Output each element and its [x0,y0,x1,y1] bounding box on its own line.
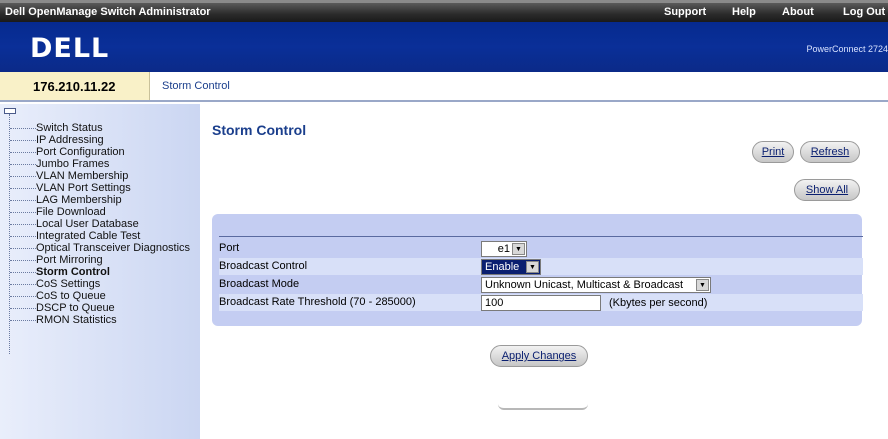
rate-threshold-row: Broadcast Rate Threshold (70 - 285000) 1… [219,294,863,311]
ip-address: 176.210.11.22 [0,72,150,100]
tree-branch-icon [10,187,36,189]
button-shadow [498,404,588,410]
sidebar-item-vlan-port-settings[interactable]: VLAN Port Settings [10,182,131,194]
dropdown-arrow-icon: ▼ [526,261,539,273]
logout-link[interactable]: Log Out [843,6,885,18]
sidebar-item-label: Integrated Cable Test [36,230,141,243]
tree-branch-icon [10,307,36,309]
broadcast-control-select[interactable]: Enable ▼ [481,259,541,275]
banner: DELL PowerConnect 2724 [0,22,888,72]
sidebar-item-local-user-database[interactable]: Local User Database [10,218,139,230]
product-name: PowerConnect 2724 [806,44,888,54]
port-row: Port e1 ▼ [219,240,863,257]
help-link[interactable]: Help [732,6,756,18]
sidebar-item-integrated-cable-test[interactable]: Integrated Cable Test [10,230,140,242]
sidebar-item-cos-settings[interactable]: CoS Settings [10,278,100,290]
tree-branch-icon [10,175,36,177]
tree-branch-icon [10,235,36,237]
breadcrumb: Storm Control [162,80,230,92]
port-select[interactable]: e1 ▼ [481,241,527,257]
sidebar-item-label: RMON Statistics [36,314,117,327]
dropdown-arrow-icon: ▼ [512,243,525,255]
tree-branch-icon [10,271,36,273]
rate-threshold-label: Broadcast Rate Threshold (70 - 285000) [219,296,416,308]
broadcast-control-label: Broadcast Control [219,260,308,272]
sidebar-item-cos-to-queue[interactable]: CoS to Queue [10,290,106,302]
broadcast-control-value: Enable [485,261,520,273]
sidebar-item-label: Local User Database [36,218,139,231]
sidebar-item-label: Jumbo Frames [36,158,110,171]
sidebar-item-label: CoS Settings [36,278,101,291]
support-link[interactable]: Support [664,6,706,18]
apply-changes-button[interactable]: Apply Changes [490,345,588,367]
tree-branch-icon [10,211,36,213]
sidebar-item-label: Port Mirroring [36,254,103,267]
tree-branch-icon [10,283,36,285]
sidebar-item-label: CoS to Queue [36,290,106,303]
sidebar-item-label: Port Configuration [36,146,125,159]
sidebar-item-file-download[interactable]: File Download [10,206,106,218]
sidebar-item-optical-transceiver-diagnostics[interactable]: Optical Transceiver Diagnostics [10,242,190,254]
broadcast-mode-select[interactable]: Unknown Unicast, Multicast & Broadcast ▼ [481,277,711,293]
dell-logo: DELL [30,33,110,64]
tree-branch-icon [10,199,36,201]
sidebar-item-switch-status[interactable]: Switch Status [10,122,103,134]
refresh-button[interactable]: Refresh [800,141,860,163]
sidebar-item-vlan-membership[interactable]: VLAN Membership [10,170,128,182]
broadcast-mode-value: Unknown Unicast, Multicast & Broadcast [485,279,684,291]
page-title: Storm Control [212,122,307,138]
tree-branch-icon [10,163,36,165]
tree-branch-icon [10,223,36,225]
broadcast-mode-row: Broadcast Mode Unknown Unicast, Multicas… [219,276,863,293]
rate-threshold-unit: (Kbytes per second) [609,297,708,309]
tree-branch-icon [10,259,36,261]
sidebar-item-label: Storm Control [36,266,110,279]
broadcast-control-row: Broadcast Control Enable ▼ [219,258,863,275]
app-title: Dell OpenManage Switch Administrator [5,6,211,18]
sidebar-item-label: Switch Status [36,122,103,135]
tree-branch-icon [10,139,36,141]
tree-branch-icon [10,319,36,321]
sidebar-item-jumbo-frames[interactable]: Jumbo Frames [10,158,109,170]
address-bar: 176.210.11.22 Storm Control [0,72,888,102]
sidebar-item-label: DSCP to Queue [36,302,115,315]
sidebar-item-storm-control[interactable]: Storm Control [10,266,110,278]
print-button[interactable]: Print [752,141,794,163]
about-link[interactable]: About [782,6,814,18]
sidebar: Switch Status IP Addressing Port Configu… [0,104,200,439]
top-bar: Dell OpenManage Switch Administrator Sup… [0,0,888,22]
tree-branch-icon [10,247,36,249]
tree-branch-icon [10,295,36,297]
sidebar-item-dscp-to-queue[interactable]: DSCP to Queue [10,302,115,314]
tree-root-icon[interactable] [4,108,16,114]
sidebar-item-label: IP Addressing [36,134,104,147]
sidebar-item-port-mirroring[interactable]: Port Mirroring [10,254,103,266]
sidebar-item-rmon-statistics[interactable]: RMON Statistics [10,314,117,326]
panel-divider [219,236,863,237]
port-value: e1 [497,243,510,255]
rate-threshold-input[interactable]: 100 [481,295,601,311]
sidebar-item-label: VLAN Port Settings [36,182,131,195]
dropdown-arrow-icon: ▼ [696,279,709,291]
sidebar-item-ip-addressing[interactable]: IP Addressing [10,134,104,146]
broadcast-mode-label: Broadcast Mode [219,278,300,290]
tree-branch-icon [10,151,36,153]
sidebar-item-lag-membership[interactable]: LAG Membership [10,194,122,206]
port-label: Port [219,242,240,254]
sidebar-item-port-configuration[interactable]: Port Configuration [10,146,125,158]
sidebar-item-label: Optical Transceiver Diagnostics [36,242,191,255]
tree-branch-icon [10,127,36,129]
sidebar-item-label: VLAN Membership [36,170,129,183]
storm-control-form: Port e1 ▼ Broadcast Control Enable ▼ Bro… [212,214,863,326]
sidebar-item-label: File Download [36,206,106,219]
sidebar-item-label: LAG Membership [36,194,122,207]
show-all-button[interactable]: Show All [794,179,860,201]
